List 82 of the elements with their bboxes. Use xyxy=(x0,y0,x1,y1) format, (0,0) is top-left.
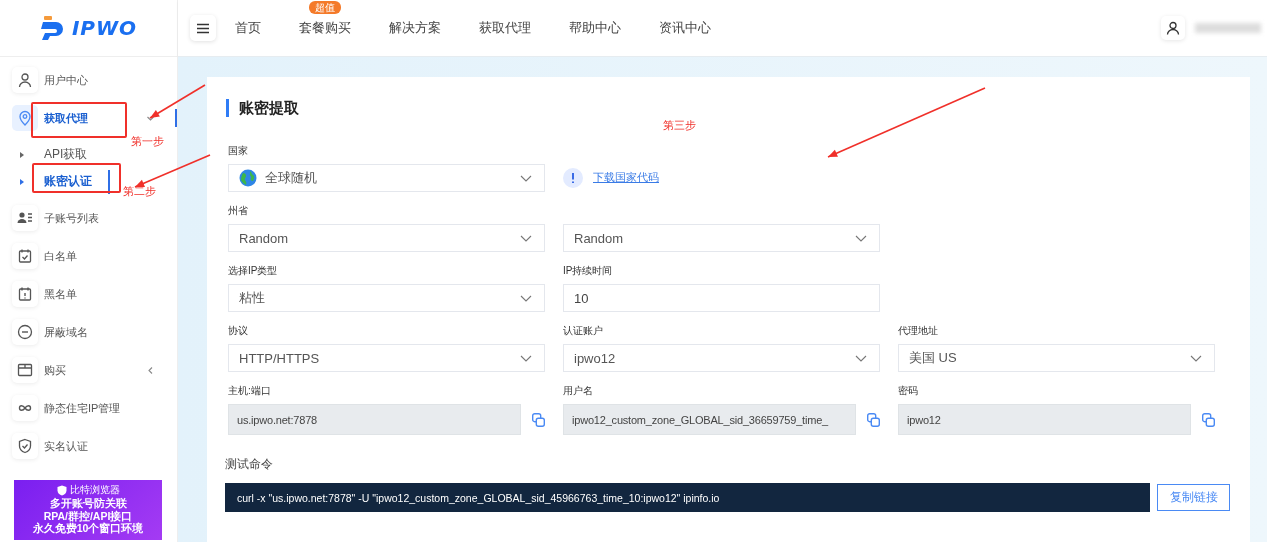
globe-icon xyxy=(239,169,257,187)
minus-circle-icon xyxy=(17,324,33,340)
section-label: 测试命令 xyxy=(225,456,274,473)
banner-text: RPA/群控/API接口 xyxy=(43,509,133,522)
sidebar-item[interactable]: 白名单 xyxy=(0,241,177,271)
chevron-down-icon xyxy=(855,234,867,242)
nav-link[interactable]: 获取代理 xyxy=(479,20,531,35)
select-field[interactable]: HTTP/HTTPS xyxy=(228,344,545,372)
sidebar-item[interactable]: 黑名单 xyxy=(0,279,177,309)
copy-icon[interactable] xyxy=(1202,412,1215,427)
select-field[interactable]: Random xyxy=(563,224,880,252)
menu-button[interactable] xyxy=(190,15,216,41)
field-label: 密码 xyxy=(898,384,919,398)
download-link[interactable]: 下载国家代码 xyxy=(593,171,659,185)
copy-link-button[interactable]: 复制链接 xyxy=(1157,484,1230,511)
promo-badge: 超值 xyxy=(309,1,341,14)
sidebar-item[interactable]: 实名认证 xyxy=(0,431,177,461)
field-label: 选择IP类型 xyxy=(228,264,279,278)
command-text: curl -x "us.ipwo.net:7878" -U "ipwo12_custom_zone_GLOBAL_sid_45966763_time_10:ipwo12" ipinfo.io xyxy=(225,483,1150,512)
readonly-field[interactable]: ipwo12_custom_zone_GLOBAL_sid_36659759_time_ xyxy=(563,404,856,435)
step-label: 第二步 xyxy=(123,184,156,199)
field-label: 认证账户 xyxy=(563,324,604,338)
field-label: 国家 xyxy=(228,144,249,158)
select-field[interactable]: Random xyxy=(228,224,545,252)
copy-icon[interactable] xyxy=(867,412,880,427)
sidebar-item[interactable]: 子账号列表 xyxy=(0,203,177,233)
redacted-username xyxy=(1195,23,1261,33)
chevron-left-icon[interactable] xyxy=(146,365,155,375)
sidebar-item[interactable]: 屏蔽域名 xyxy=(0,317,177,347)
banner-text: 多开账号防关联 xyxy=(49,497,127,510)
shield-check-icon xyxy=(17,438,33,454)
submenu-item[interactable]: API获取 xyxy=(0,141,110,168)
select-field[interactable]: ipwo12 xyxy=(563,344,880,372)
chevron-down-icon xyxy=(855,354,867,362)
select-field[interactable]: 美国 US xyxy=(898,344,1215,372)
nav-link[interactable]: 首页 xyxy=(235,20,261,35)
info-icon xyxy=(563,168,583,188)
calendar-alert-icon xyxy=(17,286,33,302)
arrow-overlay xyxy=(149,84,206,119)
chevron-down-icon xyxy=(520,294,532,302)
step-label: 第一步 xyxy=(131,134,164,149)
chevron-down-icon xyxy=(520,174,532,182)
sidebar-item[interactable]: 购买 xyxy=(0,355,177,385)
field-label: 州省 xyxy=(228,204,249,218)
field-label: 主机:端口 xyxy=(228,384,272,398)
field-label: IP持续时间 xyxy=(563,264,614,278)
shield-icon xyxy=(56,484,67,496)
nav-link[interactable]: 套餐购买 xyxy=(299,20,351,35)
readonly-field[interactable]: ipwo12 xyxy=(898,404,1191,435)
field-label: 协议 xyxy=(228,324,249,338)
chevron-down-icon xyxy=(1190,354,1202,362)
select-field[interactable]: 全球随机 xyxy=(228,164,545,192)
bullet-icon xyxy=(20,178,24,185)
box-icon xyxy=(17,362,33,378)
nav-link[interactable]: 帮助中心 xyxy=(569,20,621,35)
location-pin-icon xyxy=(17,110,33,126)
field-label: 用户名 xyxy=(563,384,594,398)
banner-brand: 比特浏览器 xyxy=(69,484,120,496)
sidebar-item[interactable]: 静态住宅IP管理 xyxy=(0,393,177,423)
user-icon xyxy=(17,72,33,88)
chevron-down-icon xyxy=(520,354,532,362)
copy-icon[interactable] xyxy=(532,412,545,427)
submenu-item[interactable]: 账密认证 xyxy=(0,168,110,195)
logo-text[interactable]: IPWO xyxy=(71,16,138,40)
input-field[interactable]: 10 xyxy=(563,284,880,312)
chevron-down-icon xyxy=(520,234,532,242)
sidebar-item[interactable]: 用户中心 xyxy=(0,65,177,95)
field-label: 代理地址 xyxy=(898,324,939,338)
menu-icon xyxy=(196,22,210,34)
logo-icon[interactable] xyxy=(39,16,66,40)
ad-banner[interactable]: 比特浏览器 多开账号防关联 RPA/群控/API接口 永久免费10个窗口环境 xyxy=(14,480,162,540)
nav-link[interactable]: 解决方案 xyxy=(389,20,441,35)
calendar-check-icon xyxy=(17,248,33,264)
readonly-field[interactable]: us.ipwo.net:7878 xyxy=(228,404,521,435)
banner-text: 永久免费10个窗口环境 xyxy=(32,522,144,535)
nav-link[interactable]: 资讯中心 xyxy=(659,20,711,35)
user-icon xyxy=(1166,21,1180,35)
contact-list-icon xyxy=(17,210,33,226)
section-title: 账密提取 xyxy=(226,99,1250,117)
step-label: 第三步 xyxy=(663,118,696,133)
select-field[interactable]: 粘性 xyxy=(228,284,545,312)
bullet-icon xyxy=(20,151,24,158)
